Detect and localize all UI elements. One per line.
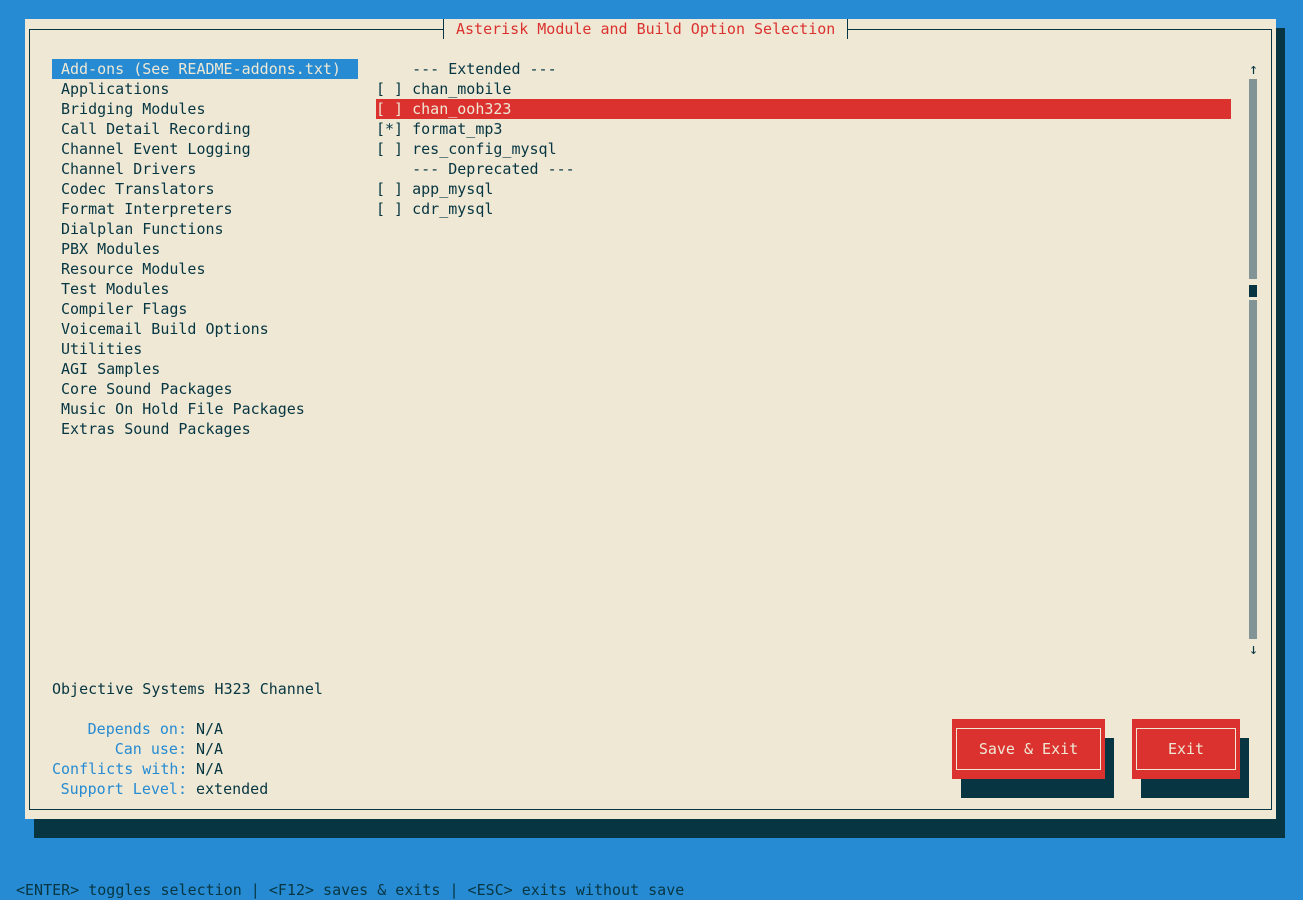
depends-on-value: N/A [196, 720, 224, 738]
category-item[interactable]: Codec Translators [52, 179, 215, 199]
category-item[interactable]: Music On Hold File Packages [52, 399, 305, 419]
category-item[interactable]: Bridging Modules [52, 99, 206, 119]
category-item[interactable]: Extras Sound Packages [52, 419, 251, 439]
category-item[interactable]: Add-ons (See README-addons.txt) [52, 59, 358, 79]
option-item[interactable]: [ ] chan_ooh323 [376, 99, 1231, 119]
can-use-label: Can use: [114, 740, 187, 758]
category-item[interactable]: Core Sound Packages [52, 379, 233, 399]
key-hint-bar: <ENTER> toggles selection | <F12> saves … [16, 881, 685, 899]
category-item[interactable]: Resource Modules [52, 259, 206, 279]
support-level-value: extended [196, 780, 269, 798]
scrollbar-track[interactable] [1249, 79, 1257, 639]
scroll-down-arrow-icon[interactable]: ↓ [1249, 639, 1258, 659]
category-item[interactable]: Test Modules [52, 279, 169, 299]
category-item[interactable]: PBX Modules [52, 239, 160, 259]
option-item[interactable]: [*] format_mp3 [376, 119, 502, 139]
scroll-up-arrow-icon[interactable]: ↑ [1249, 59, 1258, 79]
category-item[interactable]: Dialplan Functions [52, 219, 224, 239]
category-item[interactable]: Channel Drivers [52, 159, 196, 179]
option-group-header: --- Deprecated --- [376, 160, 575, 178]
category-item[interactable]: AGI Samples [52, 359, 160, 379]
category-item[interactable]: Compiler Flags [52, 299, 187, 319]
option-group-header: --- Extended --- [376, 60, 557, 78]
category-item[interactable]: Applications [52, 79, 169, 99]
dialog-title: Asterisk Module and Build Option Selecti… [443, 19, 849, 39]
option-item[interactable]: [ ] app_mysql [376, 179, 493, 199]
can-use-value: N/A [196, 740, 224, 758]
depends-on-label: Depends on: [87, 720, 187, 738]
exit-button-label: Exit [1167, 740, 1205, 758]
save-exit-button[interactable]: Save & Exit [952, 719, 1105, 779]
exit-button[interactable]: Exit [1132, 719, 1240, 779]
option-item[interactable]: [ ] cdr_mysql [376, 199, 493, 219]
category-item[interactable]: Call Detail Recording [52, 119, 251, 139]
option-item[interactable]: [ ] chan_mobile [376, 79, 511, 99]
save-exit-button-label: Save & Exit [978, 740, 1079, 758]
category-item[interactable]: Voicemail Build Options [52, 319, 269, 339]
category-item[interactable]: Channel Event Logging [52, 139, 251, 159]
category-item[interactable]: Utilities [52, 339, 142, 359]
support-level-label: Support Level: [60, 780, 187, 798]
module-description: Objective Systems H323 Channel [52, 680, 323, 698]
scrollbar-thumb[interactable] [1249, 285, 1257, 297]
category-item[interactable]: Format Interpreters [52, 199, 233, 219]
conflicts-with-label: Conflicts with: [52, 760, 188, 778]
menuselect-dialog: Asterisk Module and Build Option Selecti… [25, 19, 1276, 819]
option-item[interactable]: [ ] res_config_mysql [376, 139, 557, 159]
scrollbar-gap [1249, 297, 1257, 300]
conflicts-with-value: N/A [196, 760, 224, 778]
